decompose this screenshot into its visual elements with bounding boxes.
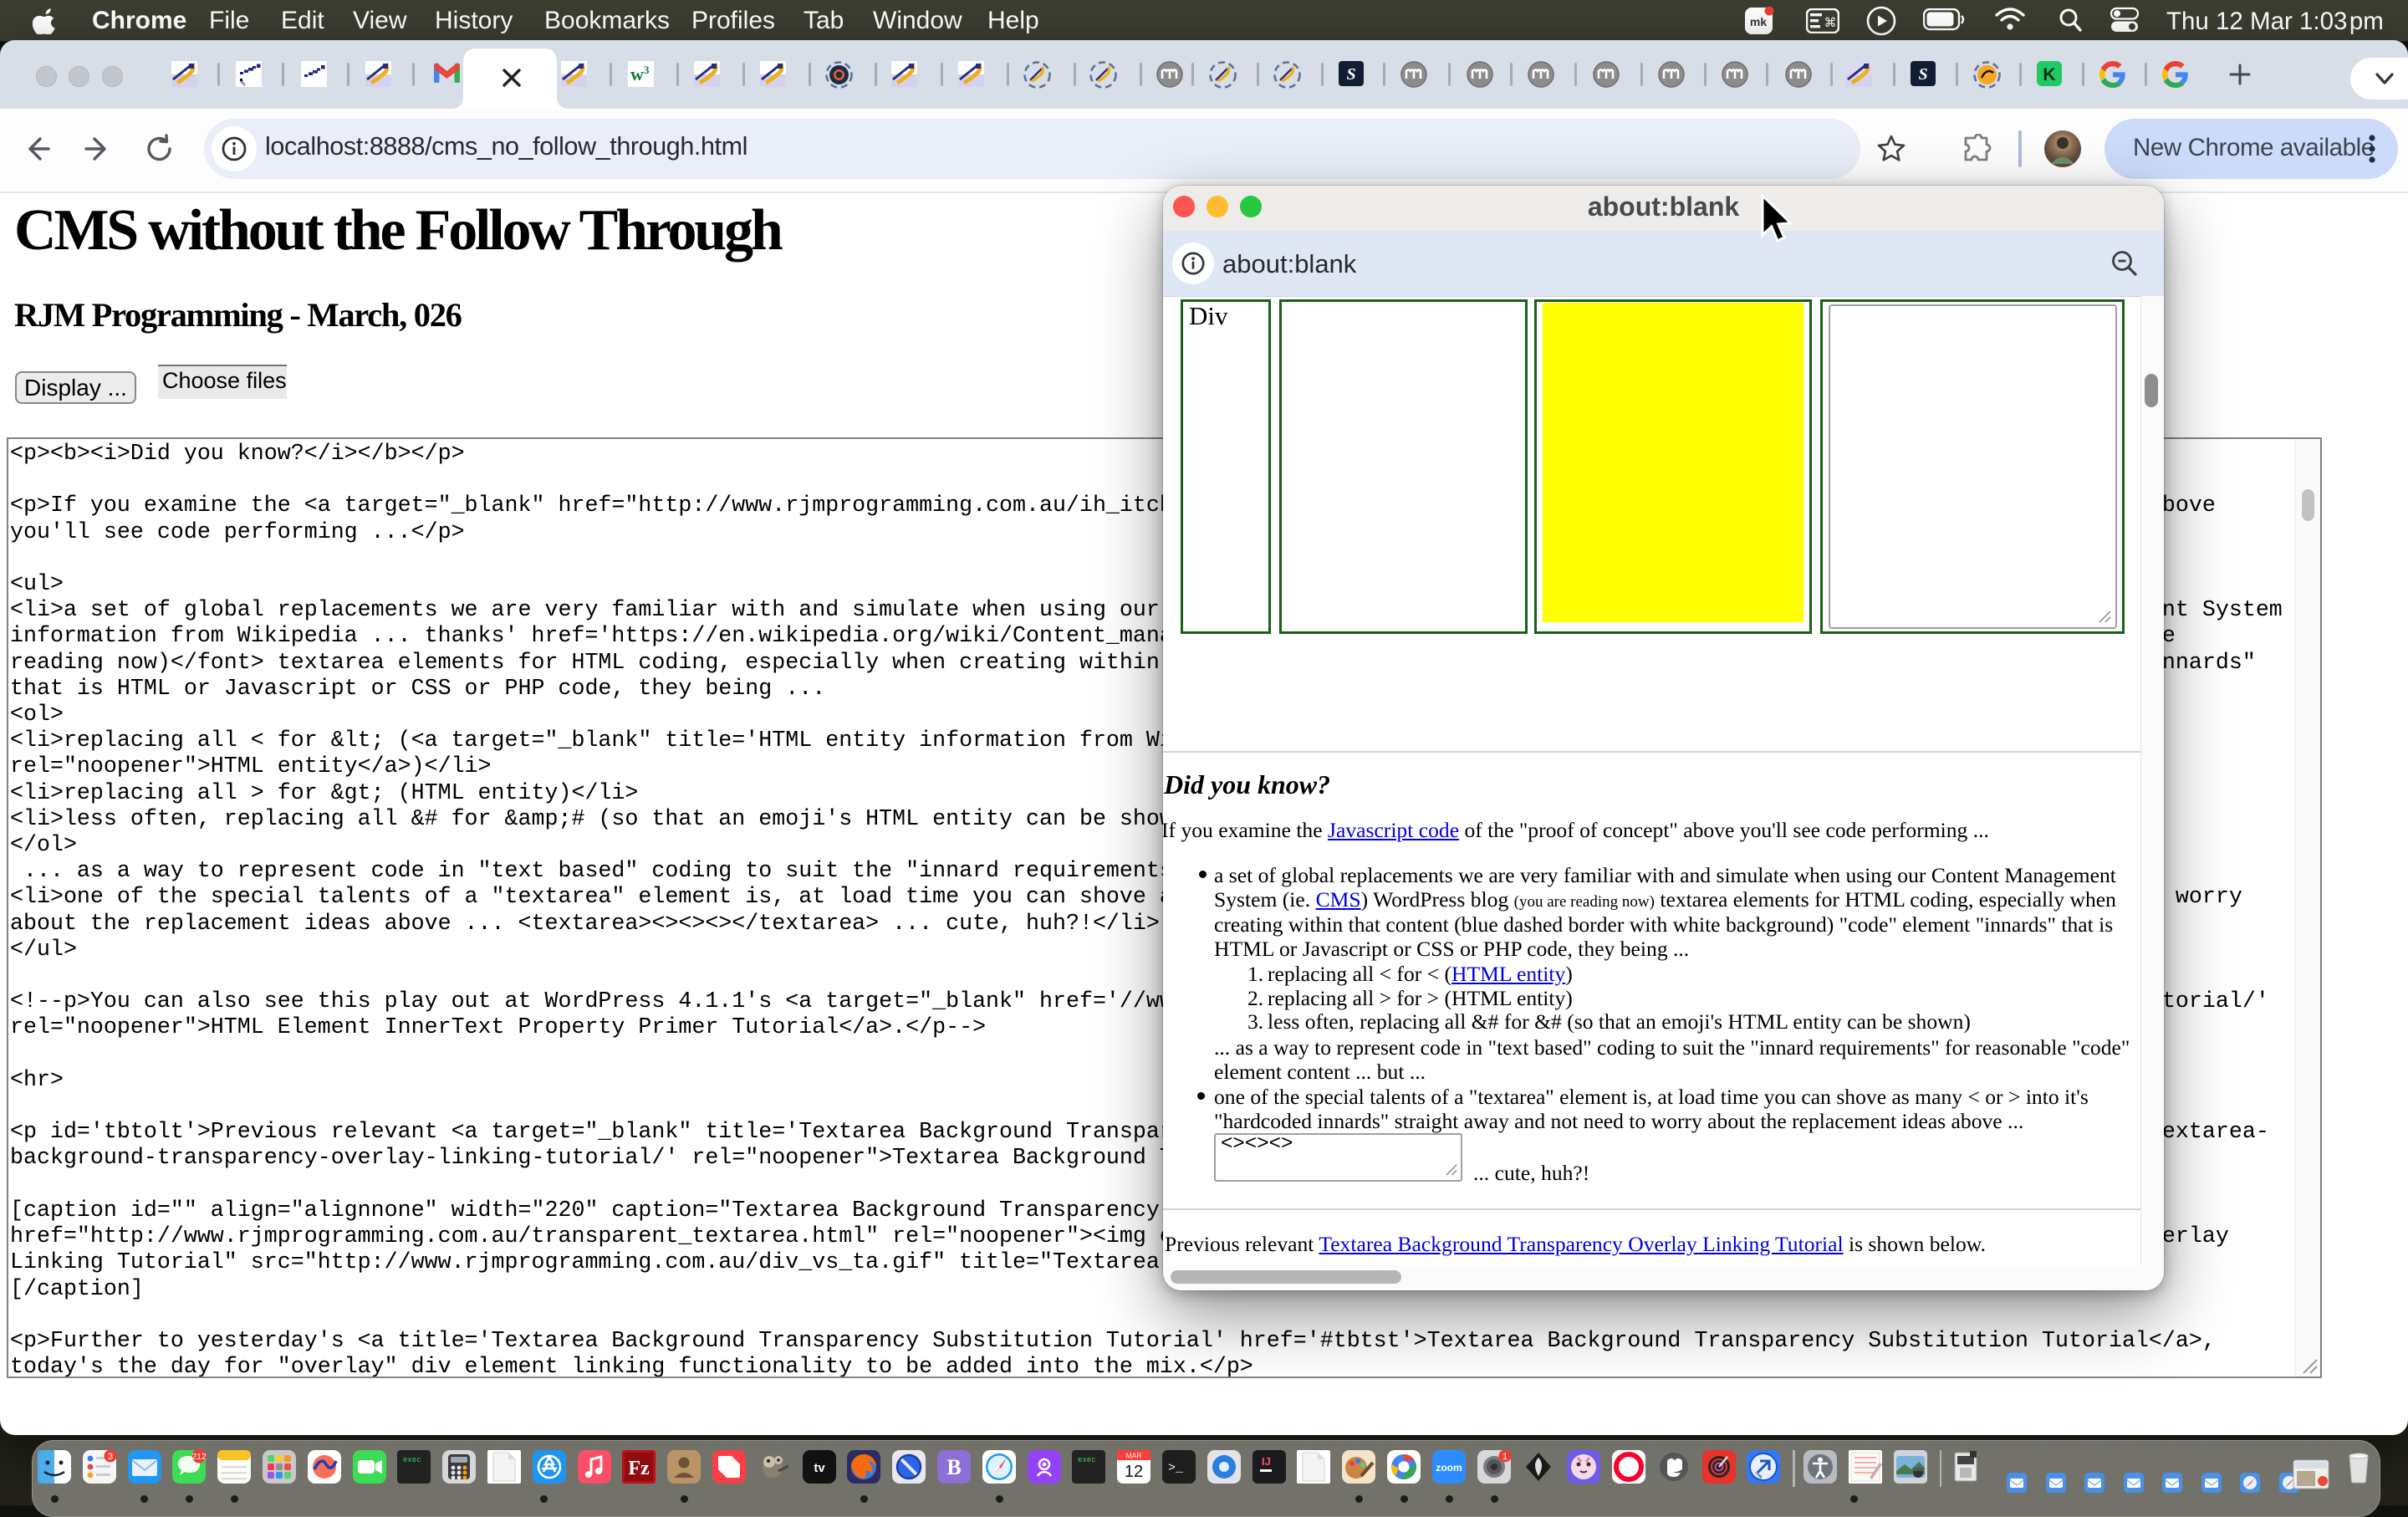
svg-text:1: 1 xyxy=(1502,1452,1508,1462)
svg-text:⌘: ⌘ xyxy=(1824,16,1837,30)
svg-text:S: S xyxy=(1918,65,1927,84)
svg-text:exec: exec xyxy=(403,1456,421,1464)
svg-text:w: w xyxy=(630,64,644,84)
svg-text:3: 3 xyxy=(108,1452,113,1462)
svg-text:B: B xyxy=(946,1455,961,1479)
svg-text:Fz: Fz xyxy=(629,1458,650,1479)
svg-text:12: 12 xyxy=(1125,1463,1143,1481)
svg-text:3: 3 xyxy=(644,64,650,76)
svg-text:mk: mk xyxy=(1750,15,1767,28)
svg-text:IJ: IJ xyxy=(1262,1455,1271,1468)
svg-text:zoom: zoom xyxy=(1436,1462,1462,1474)
svg-text:MAR: MAR xyxy=(1126,1452,1142,1460)
svg-text:212: 212 xyxy=(192,1452,207,1462)
svg-text:S: S xyxy=(1346,65,1355,84)
svg-text:K: K xyxy=(2043,65,2055,84)
svg-text:>_: >_ xyxy=(1168,1461,1184,1475)
svg-text:exec: exec xyxy=(1078,1456,1096,1464)
svg-text:tv: tv xyxy=(814,1461,825,1475)
